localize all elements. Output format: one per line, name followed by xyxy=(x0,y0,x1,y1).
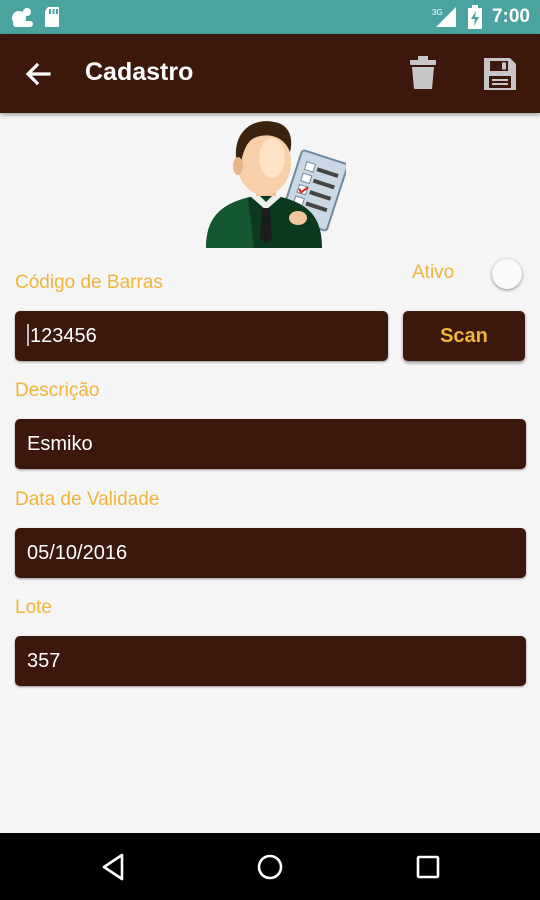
page-title: Cadastro xyxy=(85,58,194,86)
svg-text:3G: 3G xyxy=(432,8,443,17)
battery-charging-icon xyxy=(467,5,482,29)
status-time: 7:00 xyxy=(491,6,530,27)
app-bar: Cadastro xyxy=(0,34,540,113)
scan-button[interactable]: Scan xyxy=(403,311,525,361)
batch-value: 357 xyxy=(27,650,61,672)
active-toggle[interactable] xyxy=(492,259,522,289)
save-icon[interactable] xyxy=(482,56,518,92)
batch-input[interactable]: 357 xyxy=(15,636,526,686)
description-label: Descrição xyxy=(15,380,100,401)
nav-back-icon[interactable] xyxy=(98,851,130,883)
notification-app-icon xyxy=(12,8,33,27)
batch-label: Lote xyxy=(15,597,52,618)
text-cursor xyxy=(27,324,29,346)
user-avatar-icon xyxy=(206,121,346,248)
status-left-icons xyxy=(10,6,60,28)
status-right: 3G 7:00 xyxy=(432,5,530,29)
barcode-label: Código de Barras xyxy=(15,272,163,293)
description-input[interactable]: Esmiko xyxy=(15,419,526,469)
barcode-input[interactable]: 123456 xyxy=(15,311,388,361)
expiry-label: Data de Validade xyxy=(15,489,160,510)
sd-card-icon xyxy=(45,7,59,27)
nav-recents-icon[interactable] xyxy=(412,851,444,883)
status-bar: 3G 7:00 xyxy=(0,0,540,34)
navigation-bar xyxy=(0,833,540,900)
active-label: Ativo xyxy=(412,262,455,283)
signal-icon: 3G xyxy=(432,7,456,27)
barcode-value: 123456 xyxy=(30,325,97,347)
description-value: Esmiko xyxy=(27,433,93,455)
nav-home-icon[interactable] xyxy=(254,851,286,883)
expiry-date-input[interactable]: 05/10/2016 xyxy=(15,528,526,578)
expiry-value: 05/10/2016 xyxy=(27,542,128,564)
back-arrow-icon[interactable] xyxy=(22,58,54,90)
trash-icon[interactable] xyxy=(406,55,440,91)
